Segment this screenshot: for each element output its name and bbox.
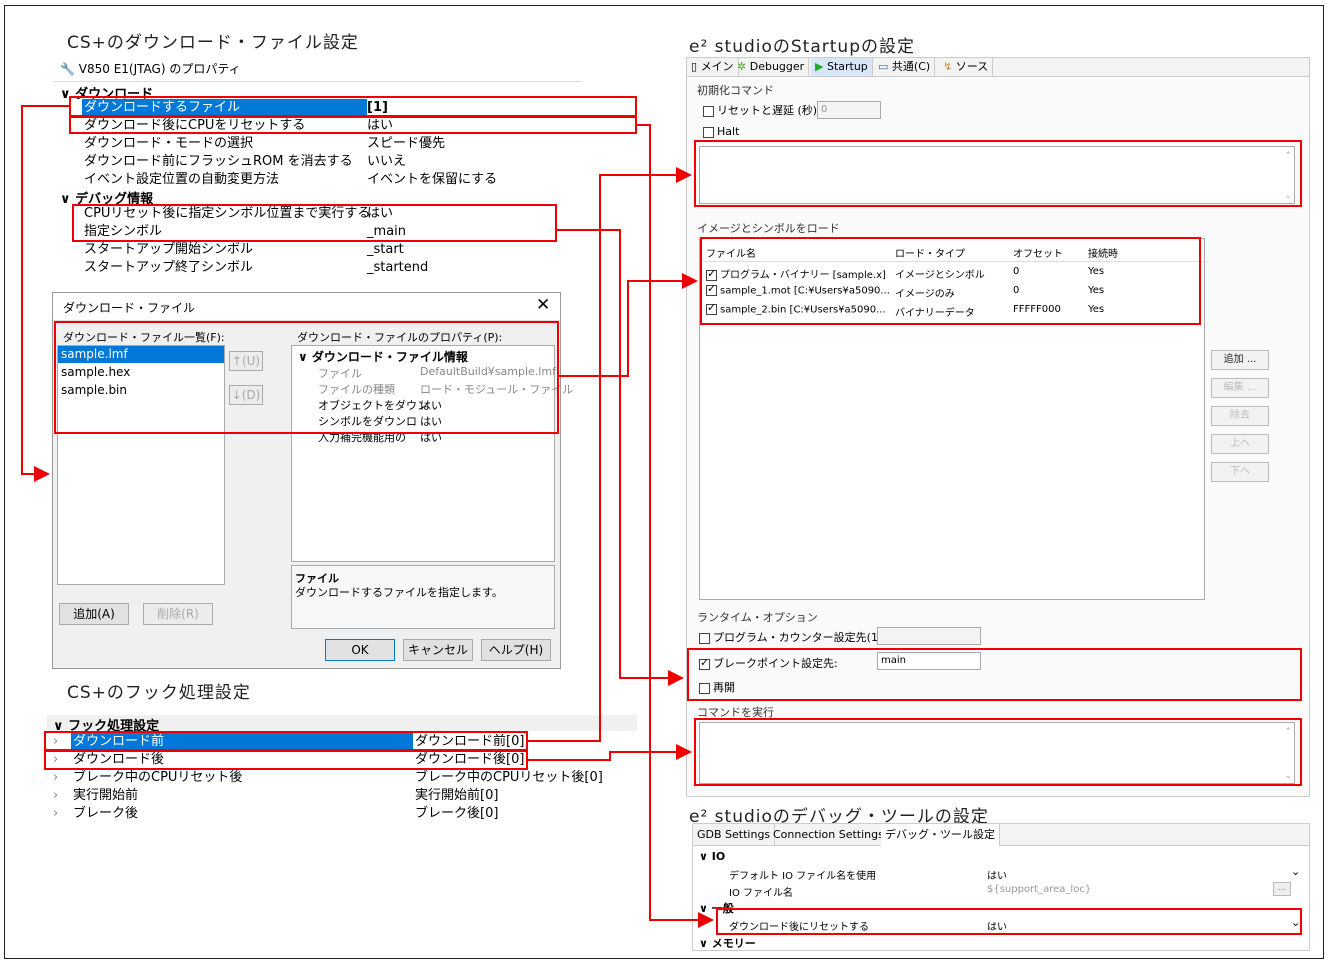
arrow-hook-before — [528, 167, 692, 742]
arrow-reset — [637, 124, 714, 928]
connector-arrows — [21, 105, 714, 928]
arrow-symbol — [557, 229, 684, 686]
arrow-files — [559, 273, 698, 377]
arrow-hook-after — [528, 744, 692, 761]
arrow-download-file — [21, 105, 69, 482]
